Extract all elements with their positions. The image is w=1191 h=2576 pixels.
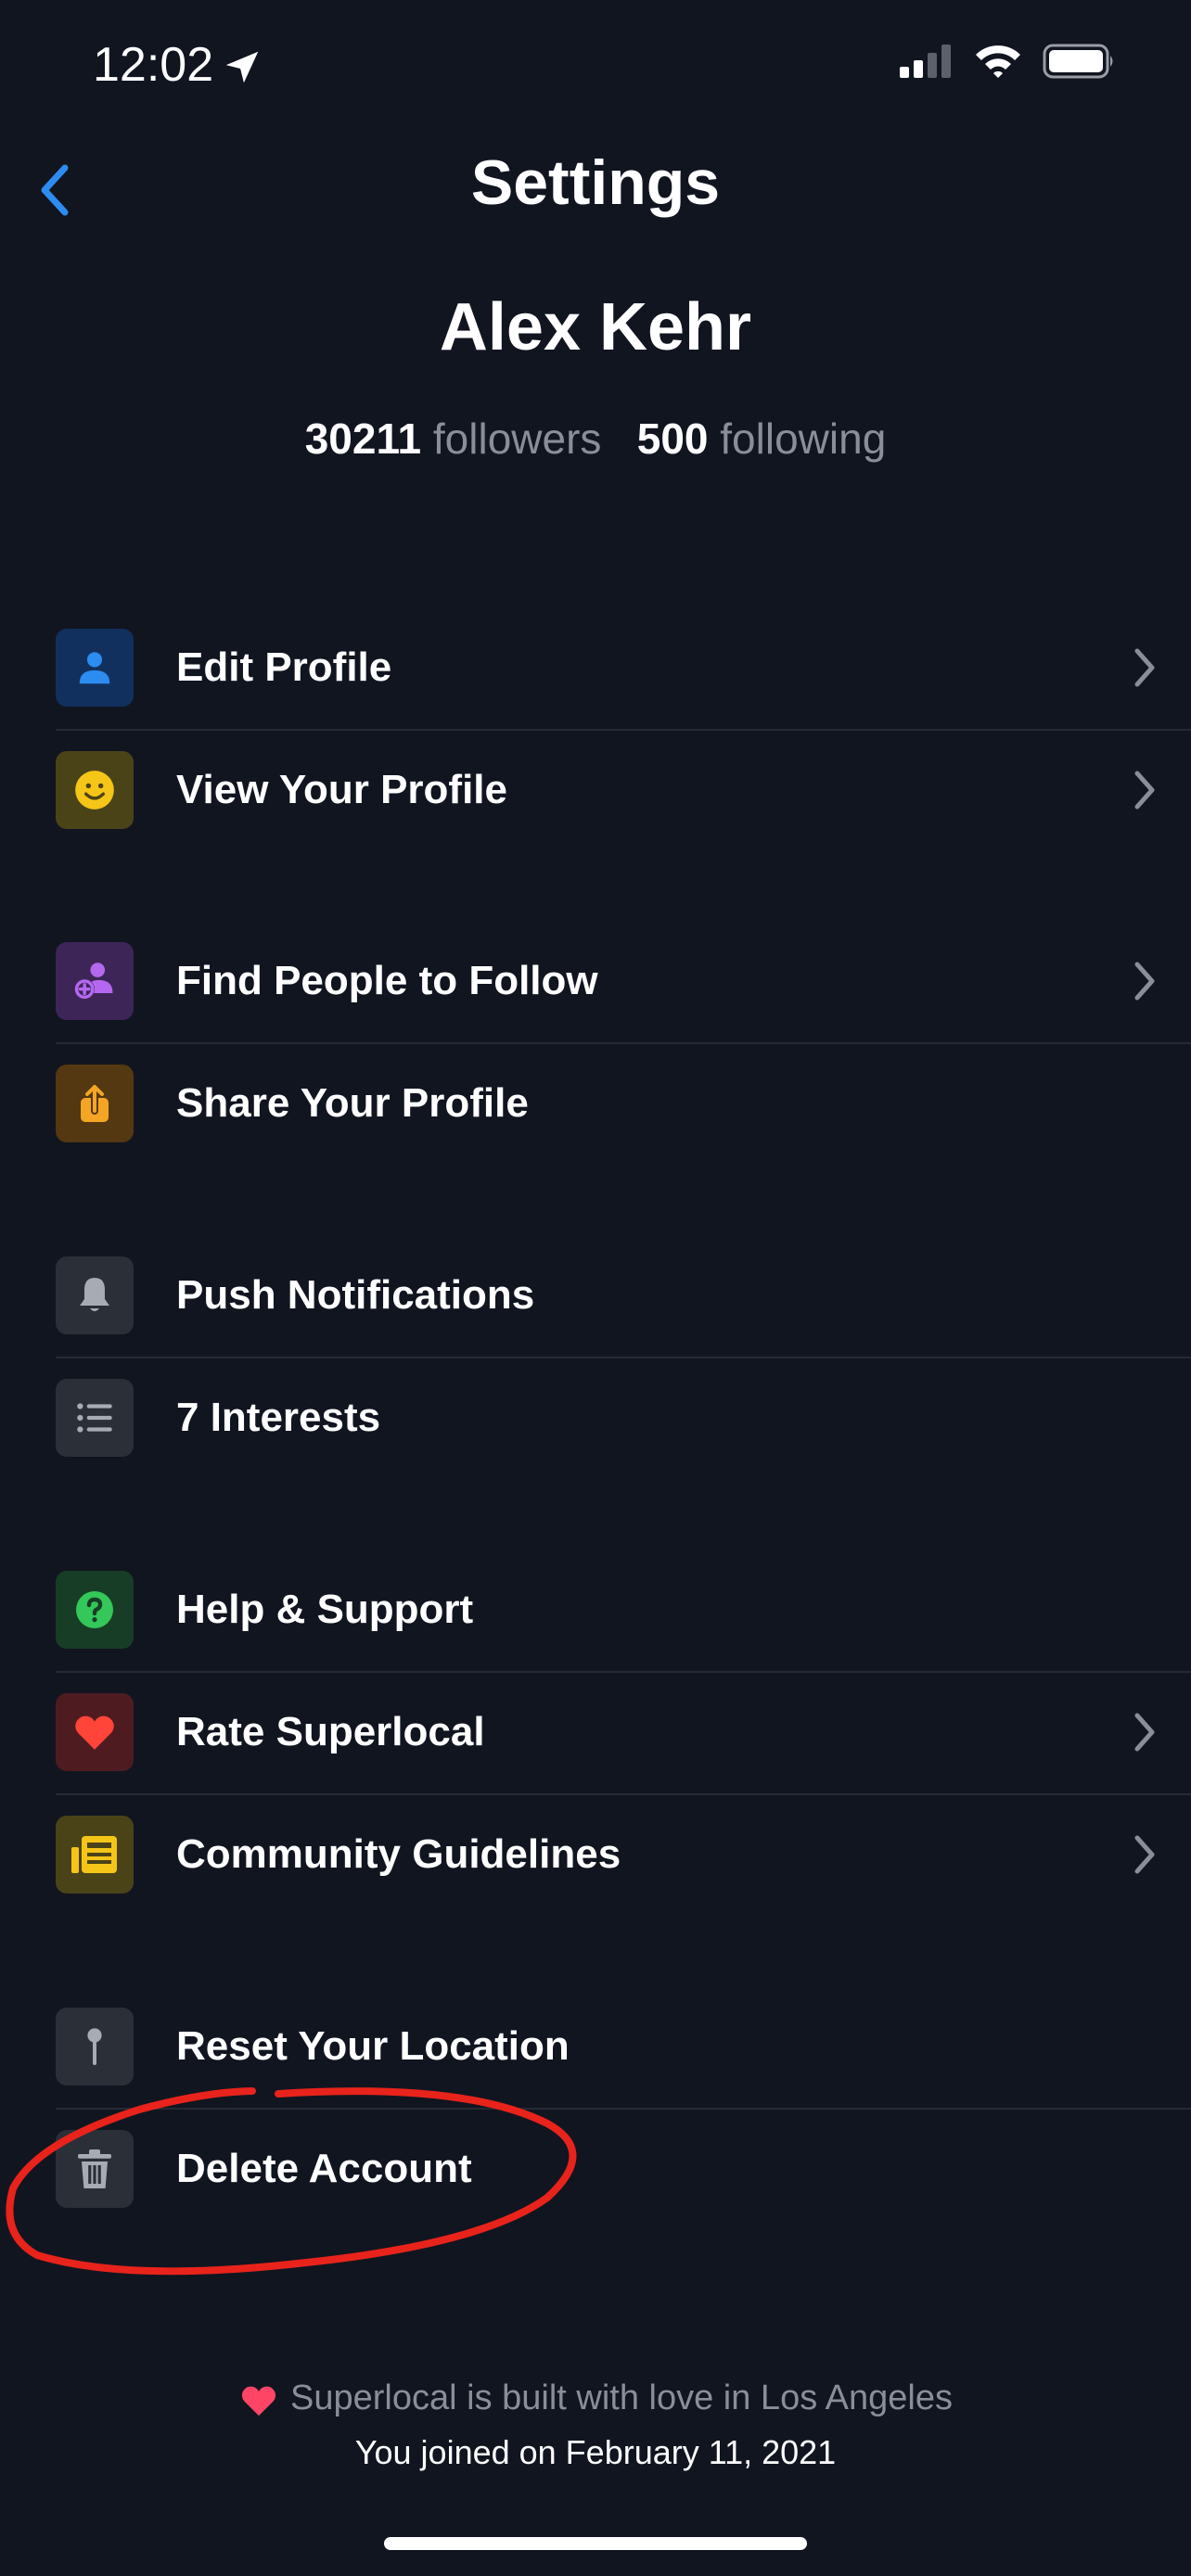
menu-item-interests[interactable]: 7 Interests: [56, 1357, 1191, 1479]
menu-item-community-guidelines[interactable]: Community Guidelines: [56, 1793, 1191, 1916]
menu-item-rate-superlocal[interactable]: Rate Superlocal: [56, 1671, 1191, 1793]
share-icon: [56, 1065, 134, 1142]
menu-group-account: Reset Your Location Delete Account: [56, 1985, 1191, 2230]
list-icon: [56, 1379, 134, 1457]
menu-item-label: Push Notifications: [176, 1272, 535, 1318]
person-icon: [56, 629, 134, 707]
smiley-icon: [56, 751, 134, 829]
home-indicator: [384, 2537, 807, 2550]
menu-item-label: Delete Account: [176, 2146, 472, 2191]
status-indicators: [900, 43, 1117, 80]
chevron-right-icon: [1126, 1713, 1163, 1752]
joined-date: You joined on February 11, 2021: [354, 2433, 837, 2471]
menu-item-edit-profile[interactable]: Edit Profile: [56, 606, 1191, 729]
status-bar: 12:02: [0, 0, 1191, 130]
menu-item-delete-account[interactable]: Delete Account: [56, 2108, 1191, 2230]
menu-item-find-people[interactable]: Find People to Follow: [56, 920, 1191, 1042]
add-person-icon: [56, 942, 134, 1020]
followers-label: followers: [432, 414, 602, 463]
followers-count: 30211: [304, 414, 422, 463]
status-time: 12:02: [93, 38, 214, 92]
menu-group-social: Find People to Follow Share Your Profile: [56, 920, 1191, 1165]
signal-icon: [900, 45, 951, 78]
menu-group-preferences: Push Notifications 7 Interests: [56, 1234, 1191, 1479]
menu-group-support: Help & Support Rate Superlocal Community…: [56, 1549, 1191, 1916]
menu-item-label: View Your Profile: [176, 767, 508, 812]
question-icon: [56, 1571, 134, 1649]
footer-love-text: Superlocal is built with love in Los Ang…: [290, 2378, 953, 2417]
menu-item-label: Edit Profile: [176, 644, 392, 690]
following-stat[interactable]: 500 following: [637, 414, 887, 463]
menu-item-share-profile[interactable]: Share Your Profile: [56, 1042, 1191, 1165]
profile-name: Alex Kehr: [439, 290, 752, 364]
heart-icon: [56, 1693, 134, 1771]
menu-group-profile: Edit Profile View Your Profile: [56, 606, 1191, 851]
heart-icon: [241, 2386, 276, 2416]
menu-item-label: Find People to Follow: [176, 958, 598, 1003]
chevron-right-icon: [1126, 771, 1163, 810]
follow-stats: 30211 followers 500 following: [0, 414, 1191, 464]
menu-item-reset-location[interactable]: Reset Your Location: [56, 1985, 1191, 2108]
wifi-icon: [976, 45, 1020, 78]
menu-item-label: Reset Your Location: [176, 2023, 570, 2069]
menu-item-label: Help & Support: [176, 1587, 474, 1632]
battery-icon: [1043, 44, 1113, 79]
menu-item-view-your-profile[interactable]: View Your Profile: [56, 729, 1191, 851]
footer-love: Superlocal is built with love in Los Ang…: [0, 2378, 1191, 2418]
page-title: Settings: [470, 147, 721, 218]
following-label: following: [720, 414, 887, 463]
bell-icon: [56, 1256, 134, 1334]
trash-icon: [56, 2130, 134, 2208]
menu-item-label: Share Your Profile: [176, 1080, 529, 1126]
chevron-right-icon: [1126, 648, 1163, 687]
pin-icon: [56, 2008, 134, 2085]
menu-item-push-notifications[interactable]: Push Notifications: [56, 1234, 1191, 1357]
menu-item-label: Rate Superlocal: [176, 1709, 485, 1754]
menu-item-label: 7 Interests: [176, 1395, 381, 1440]
chevron-right-icon: [1126, 1835, 1163, 1874]
menu-item-label: Community Guidelines: [176, 1831, 621, 1877]
menu-item-help-support[interactable]: Help & Support: [56, 1549, 1191, 1671]
following-count: 500: [636, 414, 709, 463]
followers-stat[interactable]: 30211 followers: [305, 414, 613, 463]
chevron-right-icon: [1126, 962, 1163, 1001]
newspaper-icon: [56, 1816, 134, 1894]
location-arrow-icon: [225, 51, 259, 83]
